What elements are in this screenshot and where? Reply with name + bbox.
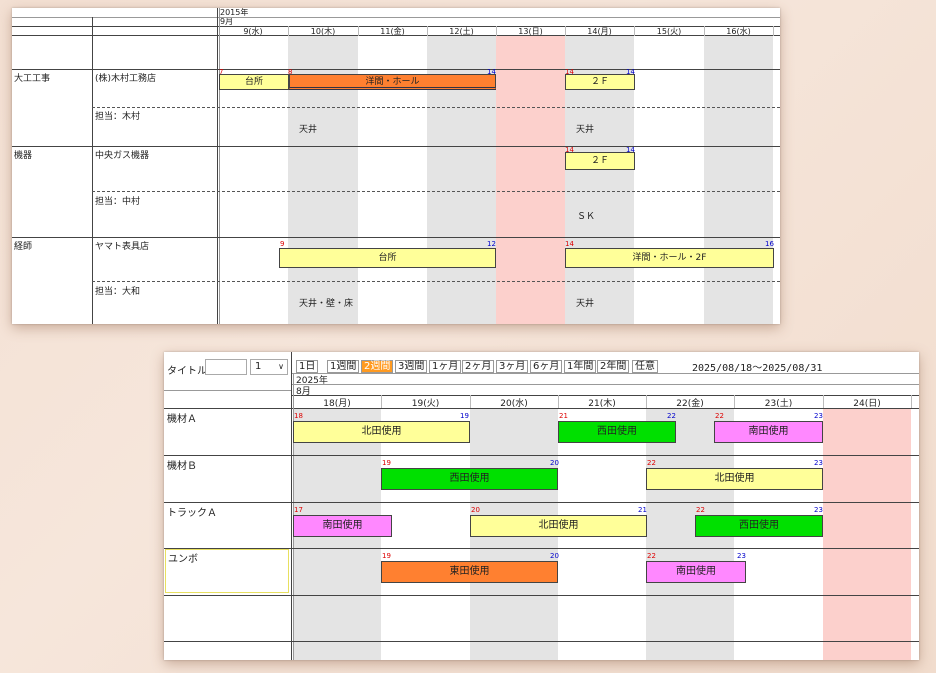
tab-6months[interactable]: 6ヶ月 <box>530 360 563 373</box>
schedule-note: 天井 <box>576 125 595 135</box>
day-header: 23(土) <box>764 399 793 409</box>
schedule-note: 天井 <box>576 299 595 309</box>
schedule-panel-september: 2015年 9月 9(水) 10(木) 11(金) 12(土) 13(日) 14… <box>12 8 780 324</box>
tab-2months[interactable]: 2ヶ月 <box>462 360 495 373</box>
day-header: 20(水) <box>500 399 528 409</box>
bar-end-number: 19 <box>460 412 469 420</box>
day-header: 22(金) <box>676 399 704 409</box>
tab-2years[interactable]: 2年間 <box>597 360 630 373</box>
day-header: 19(火) <box>411 399 440 409</box>
day-header: 12(土) <box>449 27 474 36</box>
bar-start-number: 19 <box>382 552 391 560</box>
tab-3months[interactable]: 3ヶ月 <box>496 360 529 373</box>
day-header: 14(月) <box>587 27 612 36</box>
bar-start-number: 22 <box>647 552 656 560</box>
schedule-bar[interactable]: 台所 <box>219 74 289 90</box>
title-input[interactable] <box>205 359 247 375</box>
bar-end-number: 16 <box>765 240 774 248</box>
schedule-bar[interactable]: 北田使用 <box>293 421 470 443</box>
day-header: 13(日) <box>518 27 543 36</box>
bar-end-number: 23 <box>814 459 823 467</box>
day-header: 18(月) <box>323 399 351 409</box>
bar-end-number: 23 <box>737 552 746 560</box>
tab-1day[interactable]: 1日 <box>296 360 319 373</box>
tab-1year[interactable]: 1年間 <box>564 360 597 373</box>
schedule-bar[interactable]: 台所 <box>279 248 496 268</box>
title-label: タイトル <box>167 366 207 377</box>
date-range-label: 2025/08/18～2025/08/31 <box>692 363 823 374</box>
bar-end-number: 23 <box>814 412 823 420</box>
person-label: 担当：大和 <box>95 287 141 297</box>
tab-3weeks[interactable]: 3週間 <box>395 360 428 373</box>
tab-1month[interactable]: 1ヶ月 <box>429 360 462 373</box>
person-label: 担当：中村 <box>95 197 141 207</box>
bar-start-number: 14 <box>565 240 574 248</box>
schedule-note: 天井・壁・床 <box>299 299 354 309</box>
day-header: 21(木) <box>588 399 616 409</box>
person-label: 担当：木村 <box>95 112 141 122</box>
schedule-bar[interactable]: 北田使用 <box>470 515 647 537</box>
bar-end-number: 22 <box>667 412 676 420</box>
count-select-value: 1 <box>255 361 262 372</box>
day-header: 16(水) <box>726 27 751 36</box>
category-label: 経師 <box>14 242 33 252</box>
bar-start-number: 20 <box>471 506 480 514</box>
bar-start-number: 22 <box>715 412 724 420</box>
schedule-bar[interactable]: 洋間・ホール <box>289 74 496 90</box>
schedule-bar[interactable]: 西田使用 <box>558 421 676 443</box>
row-label: ユンボ <box>168 554 198 565</box>
schedule-bar[interactable]: 西田使用 <box>381 468 558 490</box>
bar-start-number: 21 <box>559 412 568 420</box>
schedule-bar[interactable]: 東田使用 <box>381 561 558 583</box>
category-label: 大工工事 <box>14 74 51 84</box>
bar-end-number: 20 <box>550 552 559 560</box>
bar-end-number: 23 <box>814 506 823 514</box>
tab-1week[interactable]: 1週間 <box>327 360 360 373</box>
bar-start-number: 17 <box>294 506 303 514</box>
schedule-bar[interactable]: 西田使用 <box>695 515 823 537</box>
sunday-column-shade <box>823 408 911 660</box>
row-selected-cell[interactable]: ユンボ <box>165 549 289 593</box>
category-label: 機器 <box>14 151 33 161</box>
schedule-bar[interactable]: 北田使用 <box>646 468 823 490</box>
bar-start-number: 22 <box>647 459 656 467</box>
day-header: 9(水) <box>243 27 263 36</box>
schedule-bar[interactable]: ２Ｆ <box>565 152 635 170</box>
schedule-bar[interactable]: 南田使用 <box>293 515 392 537</box>
schedule-panel-august: タイトル 1 ∨ 1日 1週間 2週間 3週間 1ヶ月 2ヶ月 3ヶ月 6ヶ月 … <box>164 352 919 660</box>
bar-start-number: 19 <box>382 459 391 467</box>
schedule-note: 天井 <box>299 125 318 135</box>
company-label: 中央ガス機器 <box>95 151 150 161</box>
company-label: (株)木村工務店 <box>95 74 157 84</box>
day-header: 11(金) <box>380 27 405 36</box>
schedule-bar[interactable]: 洋間・ホール・2F <box>565 248 774 268</box>
tab-custom[interactable]: 任意 <box>632 360 658 373</box>
row-label: 機材Ａ <box>167 414 197 425</box>
company-label: ヤマト表具店 <box>95 242 150 252</box>
row-label: トラックＡ <box>167 508 217 519</box>
count-select[interactable]: 1 ∨ <box>250 359 288 375</box>
day-header: 24(日) <box>853 399 881 409</box>
schedule-note: ＳＫ <box>577 212 596 222</box>
bar-end-number: 21 <box>638 506 647 514</box>
day-header: 10(木) <box>310 27 336 36</box>
bar-end-number: 20 <box>550 459 559 467</box>
row-label: 機材Ｂ <box>167 461 197 472</box>
schedule-bar[interactable]: ２Ｆ <box>565 74 635 90</box>
schedule-bar[interactable]: 南田使用 <box>714 421 823 443</box>
tab-2weeks[interactable]: 2週間 <box>361 360 394 373</box>
bar-start-number: 22 <box>696 506 705 514</box>
bar-start-number: 9 <box>280 240 285 248</box>
schedule-bar[interactable]: 南田使用 <box>646 561 746 583</box>
bar-start-number: 18 <box>294 412 303 420</box>
chevron-down-icon: ∨ <box>278 362 284 371</box>
bar-end-number: 12 <box>487 240 496 248</box>
day-header: 15(火) <box>656 27 682 36</box>
